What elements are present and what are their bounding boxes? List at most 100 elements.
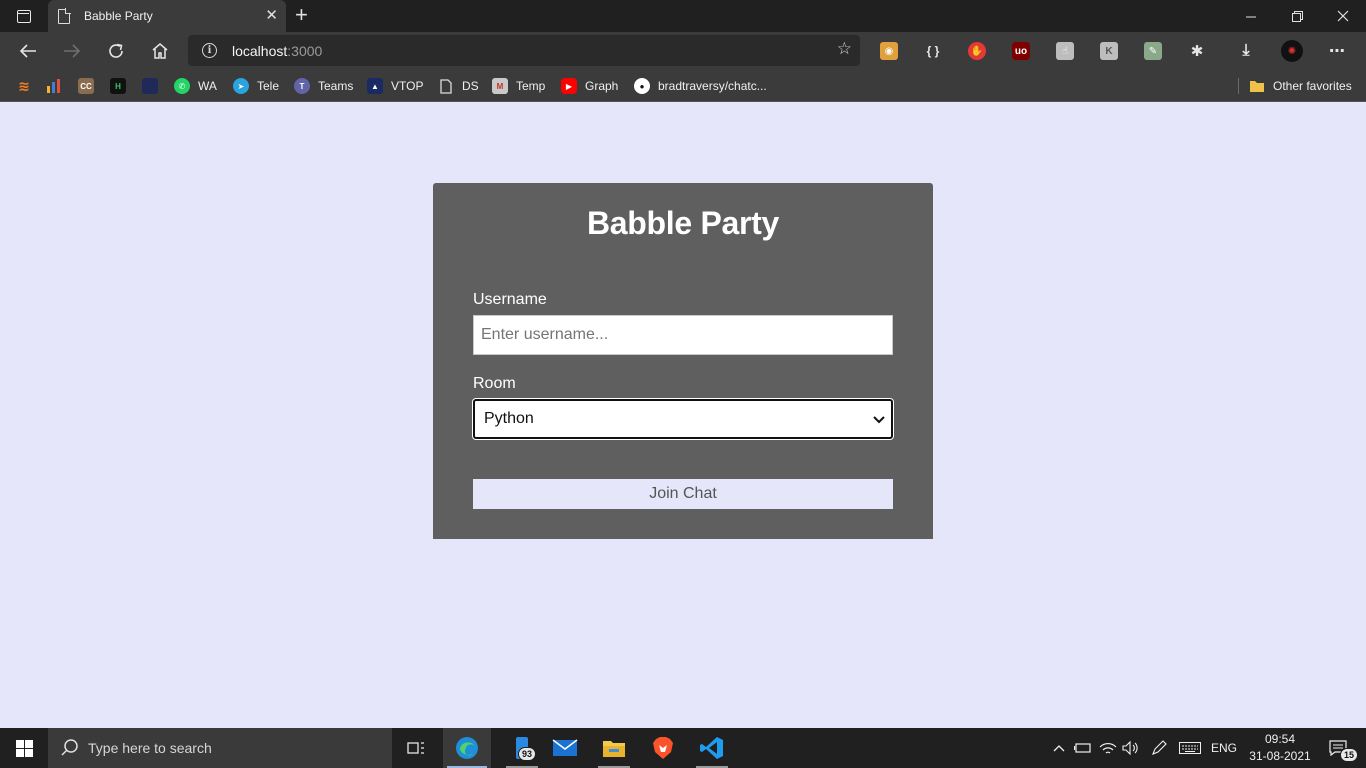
close-icon [1337, 10, 1349, 22]
bookmark-stackoverflow[interactable]: ≋ [16, 76, 40, 96]
other-favorites-label: Other favorites [1273, 79, 1352, 93]
page-icon [438, 78, 454, 94]
browser-title-bar: Babble Party ✕ + [0, 0, 1366, 32]
extensions-puzzle-icon[interactable]: ✱ [1188, 42, 1206, 60]
forward-button[interactable] [57, 37, 87, 65]
room-select[interactable]: Python [473, 399, 893, 439]
extension-ublock-icon[interactable]: uo [1012, 42, 1030, 60]
new-tab-icon[interactable]: + [295, 4, 308, 26]
pen-button[interactable] [1149, 728, 1169, 768]
bookmark-temp[interactable]: M Temp [492, 76, 545, 96]
taskbar-edge[interactable] [443, 728, 491, 768]
downloads-icon[interactable]: ⤓ [1237, 42, 1255, 60]
windows-logo-icon [15, 739, 33, 757]
bookmark-teams[interactable]: T Teams [294, 76, 353, 96]
browser-nav-bar: i localhost:3000 ☆ ◉ { } ✋ uo ☝ K ✎ ✱ ⤓ … [0, 32, 1366, 70]
bookmark-whatsapp[interactable]: ✆ WA [174, 76, 217, 96]
battery-icon [1074, 743, 1091, 753]
bookmark-telegram[interactable]: ➤ Tele [233, 76, 279, 96]
restore-icon [1291, 10, 1303, 22]
telegram-icon: ➤ [233, 78, 249, 94]
task-view-button[interactable] [392, 728, 440, 768]
taskbar-vscode[interactable] [688, 728, 736, 768]
volume-button[interactable] [1121, 728, 1141, 768]
tab-title: Babble Party [84, 9, 153, 23]
more-menu-icon[interactable]: ⋯ [1328, 42, 1346, 60]
taskbar-mail[interactable] [541, 728, 589, 768]
extension-json-icon[interactable]: { } [924, 42, 942, 60]
taskbar-search-box[interactable]: Type here to search [48, 728, 392, 768]
youtube-icon: ▶ [561, 78, 577, 94]
tab-actions-button[interactable] [10, 6, 38, 26]
extension-leaf-icon[interactable]: ✎ [1144, 42, 1162, 60]
bookmark-hackerrank[interactable]: H [110, 76, 134, 96]
close-window-button[interactable] [1320, 0, 1366, 32]
taskbar-brave[interactable] [639, 728, 687, 768]
chart-icon [46, 78, 62, 94]
refresh-button[interactable] [101, 37, 131, 65]
folder-icon [603, 741, 625, 757]
address-bar[interactable]: i localhost:3000 ☆ [188, 35, 860, 66]
extension-k-icon[interactable]: K [1100, 42, 1118, 60]
bookmark-chart[interactable] [46, 76, 70, 96]
start-button[interactable] [0, 728, 48, 768]
bookmarks-bar: ≋ CC H ✆ WA ➤ Tele T Teams ▲ VTOP DS M T… [0, 70, 1366, 102]
other-favorites-folder[interactable]: Other favorites [1249, 76, 1352, 96]
home-button[interactable] [145, 37, 175, 65]
touch-keyboard-button[interactable] [1177, 728, 1203, 768]
search-placeholder: Type here to search [88, 740, 212, 756]
show-hidden-icons-button[interactable] [1050, 728, 1068, 768]
close-tab-icon[interactable]: ✕ [265, 8, 278, 24]
browser-tab[interactable]: Babble Party ✕ [48, 0, 286, 32]
username-label: Username [473, 291, 547, 308]
input-language[interactable]: ENG [1208, 728, 1240, 768]
taskbar-file-explorer[interactable] [590, 728, 638, 768]
bookmark-graph[interactable]: ▶ Graph [561, 76, 618, 96]
gmail-icon: M [492, 78, 508, 94]
minimize-icon [1245, 16, 1256, 17]
username-input[interactable] [473, 315, 893, 355]
taskbar-phone-app[interactable]: 93 [498, 728, 546, 768]
bookmark-label: Graph [585, 79, 619, 93]
refresh-icon [109, 43, 123, 58]
info-icon[interactable]: i [202, 43, 217, 58]
page-icon [58, 7, 71, 24]
wifi-button[interactable] [1098, 728, 1118, 768]
bookmark-label: Teams [318, 79, 354, 93]
bookmark-github[interactable]: ● bradtraversy/chatc... [634, 76, 767, 96]
join-chat-card: Babble Party Username Room Python Join C… [433, 183, 933, 539]
bookmark-cc[interactable]: CC [78, 76, 102, 96]
volume-icon [1122, 741, 1138, 755]
bookmark-label: Tele [257, 79, 280, 93]
site-icon [142, 78, 158, 94]
battery-button[interactable] [1073, 728, 1093, 768]
home-icon [152, 43, 168, 59]
clock[interactable]: 09:54 31-08-2021 [1248, 731, 1312, 765]
github-icon: ● [634, 78, 650, 94]
bookmark-site[interactable] [142, 76, 166, 96]
chevron-up-icon [1053, 745, 1065, 752]
vtop-icon: ▲ [367, 78, 383, 94]
extension-adblock-icon[interactable]: ✋ [968, 42, 986, 60]
add-favorite-icon[interactable]: ☆ [837, 39, 852, 59]
minimize-button[interactable] [1228, 0, 1274, 32]
bookmark-ds[interactable]: DS [438, 76, 479, 96]
pen-icon [1152, 740, 1167, 755]
bookmark-label: DS [462, 79, 479, 93]
url-text: localhost:3000 [232, 43, 323, 59]
bookmark-label: bradtraversy/chatc... [658, 79, 767, 93]
edge-icon [456, 737, 478, 759]
join-chat-button[interactable]: Join Chat [473, 479, 893, 509]
profile-avatar[interactable]: ✺ [1281, 40, 1303, 62]
teams-icon: T [294, 78, 310, 94]
notifications-button[interactable]: 15 [1320, 728, 1359, 768]
arrow-left-icon [19, 44, 36, 58]
extension-touch-icon[interactable]: ☝ [1056, 42, 1074, 60]
bookmark-vtop[interactable]: ▲ VTOP [367, 76, 423, 96]
restore-button[interactable] [1274, 0, 1320, 32]
bookmarks-divider [1238, 78, 1239, 94]
extension-owl-icon[interactable]: ◉ [880, 42, 898, 60]
back-button[interactable] [13, 37, 43, 65]
mail-icon [552, 739, 578, 756]
whatsapp-icon: ✆ [174, 78, 190, 94]
